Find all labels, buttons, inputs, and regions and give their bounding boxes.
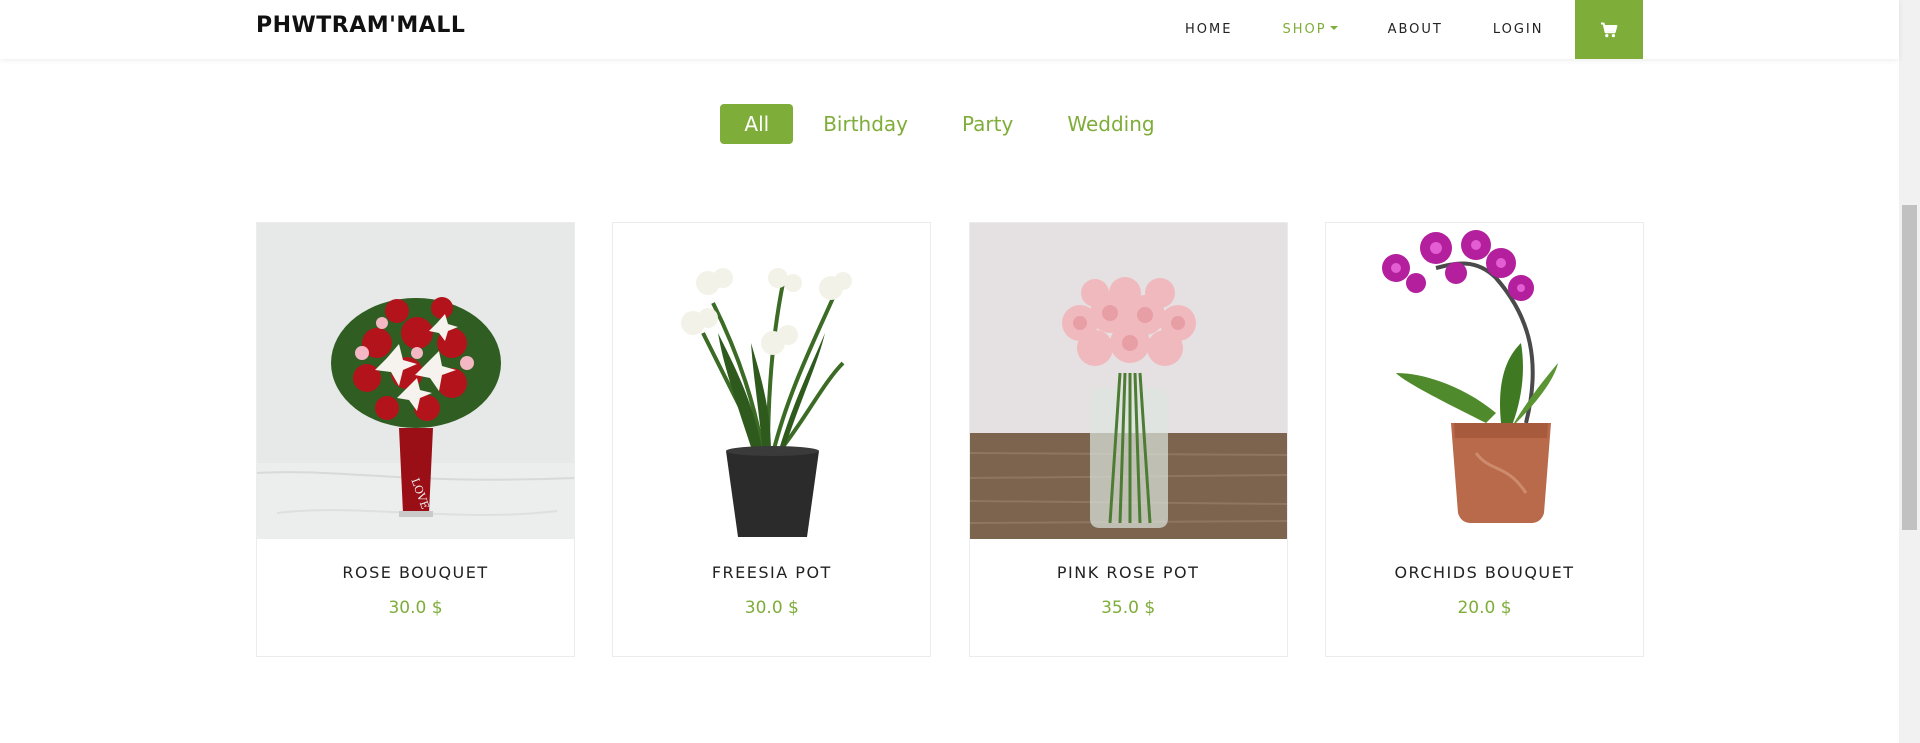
product-name[interactable]: FREESIA POT (613, 563, 930, 582)
nav-shop-dropdown[interactable]: SHOP (1282, 22, 1338, 37)
product-name[interactable]: ROSE BOUQUET (257, 563, 574, 582)
filter-wedding[interactable]: Wedding (1043, 104, 1178, 144)
product-name[interactable]: PINK ROSE POT (970, 563, 1287, 582)
cart-button[interactable] (1575, 0, 1643, 59)
product-image-rose-bouquet[interactable]: LOVE (257, 223, 574, 539)
product-price: 30.0 $ (744, 598, 799, 618)
scrollbar-thumb[interactable] (1902, 205, 1917, 530)
brand-logo[interactable]: PHWTRAM'MALL (256, 13, 465, 38)
nav-login-link[interactable]: LOGIN (1493, 22, 1544, 37)
product-card[interactable]: ORCHIDS BOUQUET 20.0 $ (1324, 222, 1644, 657)
category-filters: All Birthday Party Wedding (0, 103, 1899, 144)
product-card[interactable]: FREESIA POT 30.0 $ (612, 222, 932, 657)
nav-shop-label: SHOP (1282, 22, 1327, 37)
caret-down-icon (1329, 26, 1338, 30)
product-price: 30.0 $ (388, 598, 443, 618)
filter-birthday[interactable]: Birthday (799, 104, 932, 144)
product-image-pink-rose-pot[interactable] (969, 223, 1287, 539)
product-image-orchids-bouquet[interactable] (1325, 223, 1643, 539)
product-image-freesia-pot[interactable] (613, 223, 931, 539)
product-grid: LOVE ROSE BOUQUET 30.0 $ FREESIA POT 30.… (256, 222, 1644, 657)
product-name[interactable]: ORCHIDS BOUQUET (1326, 563, 1643, 582)
filter-party[interactable]: Party (938, 104, 1037, 144)
top-navbar: PHWTRAM'MALL HOME SHOP ABOUT LOGIN (0, 0, 1899, 59)
nav-home-link[interactable]: HOME (1185, 22, 1232, 37)
page-scrollbar[interactable] (1899, 0, 1920, 743)
product-price: 20.0 $ (1457, 598, 1512, 618)
main-nav: HOME SHOP ABOUT LOGIN (1160, 0, 1569, 59)
product-price: 35.0 $ (1101, 598, 1156, 618)
product-card[interactable]: PINK ROSE POT 35.0 $ (968, 222, 1288, 657)
product-card[interactable]: LOVE ROSE BOUQUET 30.0 $ (256, 222, 575, 657)
nav-about-link[interactable]: ABOUT (1388, 22, 1443, 37)
filter-all[interactable]: All (720, 103, 794, 144)
shopping-cart-icon (1601, 22, 1618, 37)
